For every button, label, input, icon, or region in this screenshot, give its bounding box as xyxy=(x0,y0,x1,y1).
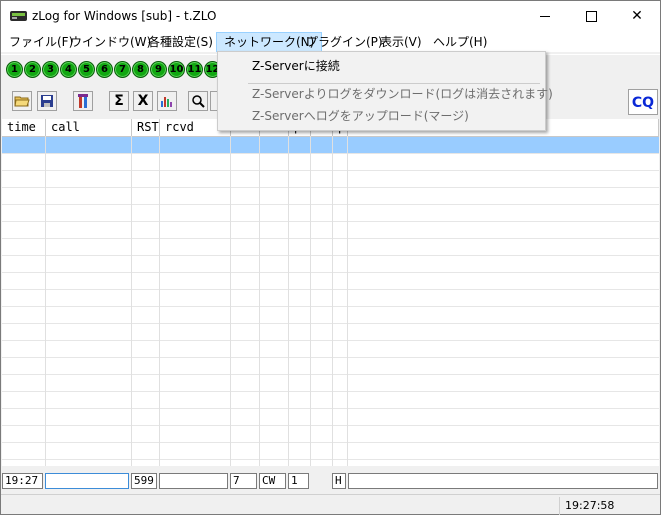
band-button-4[interactable]: 4 xyxy=(60,61,77,78)
band-button-2[interactable]: 2 xyxy=(24,61,41,78)
table-row[interactable] xyxy=(2,443,659,460)
band-button-5[interactable]: 5 xyxy=(78,61,95,78)
filter-button[interactable] xyxy=(73,91,93,111)
status-clock: 19:27:58 xyxy=(559,497,650,515)
call-field[interactable] xyxy=(45,473,129,489)
maximize-button[interactable] xyxy=(568,1,614,32)
mode-field[interactable]: CW xyxy=(259,473,286,489)
table-row[interactable] xyxy=(2,239,659,256)
table-row[interactable] xyxy=(2,256,659,273)
table-row[interactable] xyxy=(2,375,659,392)
table-row[interactable] xyxy=(2,137,659,154)
zoom-button[interactable] xyxy=(188,91,208,111)
grid-divider xyxy=(347,136,348,466)
cq-button[interactable]: CQ xyxy=(628,89,658,115)
minimize-icon xyxy=(540,15,550,17)
close-icon: ✕ xyxy=(631,8,643,24)
table-row[interactable] xyxy=(2,358,659,375)
band-field[interactable]: 7 xyxy=(230,473,257,489)
col-call[interactable]: call xyxy=(46,119,132,136)
table-row[interactable] xyxy=(2,188,659,205)
maximize-icon xyxy=(585,10,597,22)
window-title: zLog for Windows [sub] - t.ZLO xyxy=(32,9,217,23)
rst-field[interactable]: 599 xyxy=(131,473,157,489)
table-row[interactable] xyxy=(2,341,659,358)
table-row[interactable] xyxy=(2,273,659,290)
band-button-8[interactable]: 8 xyxy=(132,61,149,78)
op-field[interactable]: H xyxy=(332,473,346,489)
col-time[interactable]: time xyxy=(2,119,46,136)
table-row[interactable] xyxy=(2,154,659,171)
menu-download-log: Z-Serverよりログをダウンロード(ログは消去されます) xyxy=(252,87,553,101)
close-button[interactable]: ✕ xyxy=(614,1,660,32)
time-field[interactable]: 19:27 xyxy=(2,473,43,489)
table-row[interactable] xyxy=(2,324,659,341)
table-row[interactable] xyxy=(2,392,659,409)
grid-divider xyxy=(259,136,260,466)
menu-connect-zserver[interactable]: Z-Serverに接続 xyxy=(252,55,340,77)
open-folder-icon xyxy=(14,96,30,107)
band-button-7[interactable]: 7 xyxy=(114,61,131,78)
table-row[interactable] xyxy=(2,290,659,307)
entry-bar: 19:27 599 7 CW 1 H xyxy=(1,471,660,491)
band-button-1[interactable]: 1 xyxy=(6,61,23,78)
table-row[interactable] xyxy=(2,222,659,239)
network-menu-dropdown: Z-Serverに接続 Z-Serverよりログをダウンロード(ログは消去されま… xyxy=(217,51,553,131)
grid-divider xyxy=(159,136,160,466)
sigma-button[interactable]: Σ xyxy=(109,91,129,111)
band-button-11[interactable]: 11 xyxy=(186,61,203,78)
menu-help[interactable]: ヘルプ(H) xyxy=(426,32,494,52)
table-row[interactable] xyxy=(2,171,659,188)
bar-chart-icon xyxy=(161,97,172,107)
grid-divider xyxy=(310,136,311,466)
grid-divider xyxy=(45,136,46,466)
grid-divider xyxy=(230,136,231,466)
minimize-button[interactable] xyxy=(522,1,568,32)
filter-icon xyxy=(78,94,88,108)
x-button[interactable]: X xyxy=(133,91,153,111)
app-window: zLog for Windows [sub] - t.ZLO ✕ ファイル(F)… xyxy=(0,0,661,515)
title-bar: zLog for Windows [sub] - t.ZLO ✕ xyxy=(1,1,660,32)
grid-divider xyxy=(131,136,132,466)
band-button-3[interactable]: 3 xyxy=(42,61,59,78)
menu-view[interactable]: 表示(V) xyxy=(373,32,429,52)
power-field[interactable]: 1 xyxy=(288,473,309,489)
status-bar: 19:27:58 xyxy=(1,494,660,515)
band-button-9[interactable]: 9 xyxy=(150,61,167,78)
band-button-6[interactable]: 6 xyxy=(96,61,113,78)
grid-divider xyxy=(288,136,289,466)
table-row[interactable] xyxy=(2,307,659,324)
table-row[interactable] xyxy=(2,409,659,426)
rcvd-field[interactable] xyxy=(159,473,228,489)
chart-button[interactable] xyxy=(157,91,177,111)
app-icon xyxy=(10,11,27,21)
qso-grid[interactable]: time call RST rcvd zone mod pt nr p memo xyxy=(2,119,659,466)
menu-bar: ファイル(F) ウインドウ(W) 各種設定(S) ネットワーク(N) プラグイン… xyxy=(1,32,660,52)
save-disk-icon xyxy=(41,95,53,107)
status-message xyxy=(1,497,558,515)
col-rst[interactable]: RST xyxy=(132,119,160,136)
open-button[interactable] xyxy=(12,91,32,111)
table-row[interactable] xyxy=(2,426,659,443)
band-button-10[interactable]: 10 xyxy=(168,61,185,78)
menu-settings[interactable]: 各種設定(S) xyxy=(141,32,220,52)
table-row[interactable] xyxy=(2,205,659,222)
menu-upload-log: Z-Serverへログをアップロード(マージ) xyxy=(252,109,469,123)
grid-divider xyxy=(332,136,333,466)
save-button[interactable] xyxy=(37,91,57,111)
memo-field[interactable] xyxy=(348,473,658,489)
zoom-icon xyxy=(192,95,205,108)
